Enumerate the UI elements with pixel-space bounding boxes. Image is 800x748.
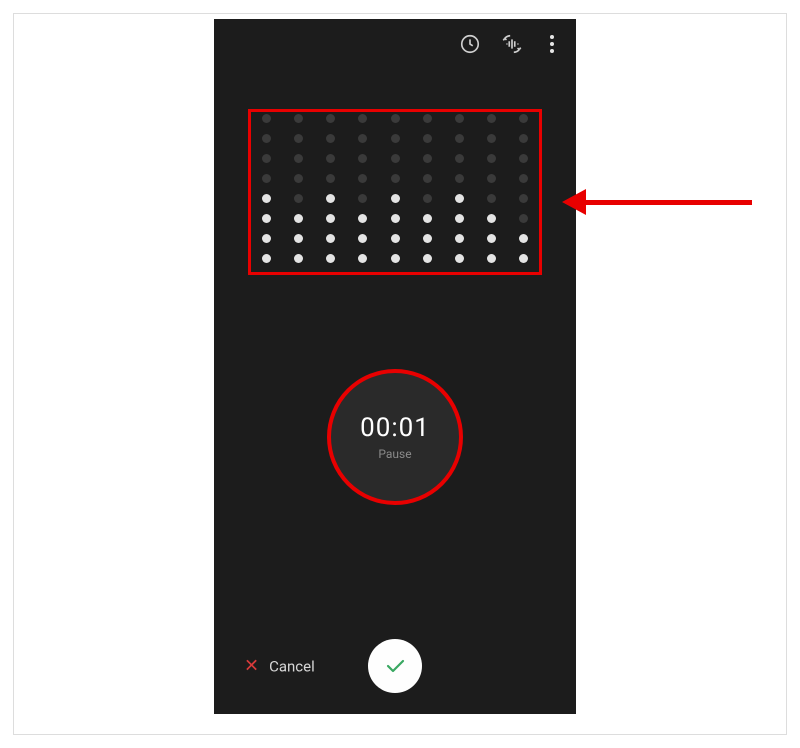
visualizer-dot bbox=[455, 254, 464, 263]
check-icon bbox=[383, 654, 407, 678]
recording-timer: 00:01 bbox=[360, 413, 430, 443]
visualizer-dot bbox=[455, 114, 464, 123]
visualizer-row bbox=[260, 254, 530, 263]
visualizer-dot bbox=[326, 134, 335, 143]
visualizer-dot bbox=[358, 114, 367, 123]
screenshot-frame: 00:01 Pause ✕ Cancel bbox=[13, 13, 787, 735]
visualizer-dot bbox=[358, 194, 367, 203]
history-icon[interactable] bbox=[458, 32, 482, 56]
visualizer-row bbox=[260, 194, 530, 203]
visualizer-dot bbox=[423, 254, 432, 263]
visualizer-dot bbox=[391, 254, 400, 263]
visualizer-dot bbox=[455, 154, 464, 163]
visualizer-dot bbox=[358, 254, 367, 263]
annotation-arrow bbox=[562, 192, 752, 212]
visualizer-dot bbox=[423, 134, 432, 143]
cancel-button[interactable]: ✕ Cancel bbox=[244, 656, 315, 677]
visualizer-dot bbox=[391, 214, 400, 223]
visualizer-dot bbox=[262, 134, 271, 143]
confirm-button[interactable] bbox=[368, 639, 422, 693]
visualizer-dot bbox=[455, 194, 464, 203]
visualizer-dot bbox=[326, 234, 335, 243]
visualizer-dot bbox=[519, 214, 528, 223]
visualizer-row bbox=[260, 114, 530, 123]
visualizer-dot bbox=[358, 234, 367, 243]
record-pause-button[interactable]: 00:01 Pause bbox=[327, 369, 463, 505]
visualizer-dot bbox=[487, 174, 496, 183]
visualizer-dot bbox=[423, 214, 432, 223]
visualizer-dot bbox=[487, 254, 496, 263]
visualizer-dot bbox=[294, 234, 303, 243]
visualizer-dot bbox=[326, 214, 335, 223]
visualizer-dot bbox=[262, 174, 271, 183]
visualizer-dot bbox=[326, 114, 335, 123]
close-icon: ✕ bbox=[244, 656, 259, 677]
visualizer-dot bbox=[423, 174, 432, 183]
visualizer-dot bbox=[423, 114, 432, 123]
audio-convert-icon[interactable] bbox=[500, 32, 524, 56]
visualizer-dot bbox=[455, 214, 464, 223]
visualizer-dot bbox=[262, 214, 271, 223]
visualizer-dot bbox=[294, 114, 303, 123]
cancel-label: Cancel bbox=[269, 657, 315, 675]
visualizer-row bbox=[260, 174, 530, 183]
visualizer-dot bbox=[455, 174, 464, 183]
visualizer-dot bbox=[358, 174, 367, 183]
visualizer-dot bbox=[391, 194, 400, 203]
visualizer-dot bbox=[391, 234, 400, 243]
visualizer-row bbox=[260, 214, 530, 223]
visualizer-dot bbox=[358, 154, 367, 163]
app-topbar bbox=[214, 19, 576, 65]
visualizer-dot bbox=[487, 234, 496, 243]
audio-visualizer bbox=[260, 121, 530, 263]
visualizer-dot bbox=[391, 134, 400, 143]
visualizer-dot bbox=[423, 194, 432, 203]
visualizer-row bbox=[260, 234, 530, 243]
visualizer-dot bbox=[262, 154, 271, 163]
visualizer-row bbox=[260, 134, 530, 143]
visualizer-dot bbox=[519, 254, 528, 263]
visualizer-dot bbox=[455, 134, 464, 143]
visualizer-dot bbox=[262, 194, 271, 203]
visualizer-dot bbox=[294, 254, 303, 263]
visualizer-dot bbox=[519, 114, 528, 123]
visualizer-dot bbox=[358, 134, 367, 143]
visualizer-dot bbox=[519, 134, 528, 143]
visualizer-dot bbox=[423, 154, 432, 163]
visualizer-dot bbox=[262, 234, 271, 243]
visualizer-dot bbox=[391, 154, 400, 163]
visualizer-dot bbox=[423, 234, 432, 243]
phone-screen: 00:01 Pause ✕ Cancel bbox=[214, 19, 576, 714]
visualizer-dot bbox=[487, 134, 496, 143]
visualizer-dot bbox=[519, 174, 528, 183]
visualizer-dot bbox=[294, 174, 303, 183]
visualizer-dot bbox=[326, 194, 335, 203]
more-menu-icon[interactable] bbox=[542, 35, 562, 53]
visualizer-dot bbox=[294, 134, 303, 143]
visualizer-dot bbox=[294, 214, 303, 223]
visualizer-dot bbox=[519, 194, 528, 203]
visualizer-dot bbox=[326, 154, 335, 163]
visualizer-row bbox=[260, 154, 530, 163]
visualizer-dot bbox=[294, 154, 303, 163]
recording-state-label: Pause bbox=[378, 447, 411, 461]
visualizer-dot bbox=[326, 174, 335, 183]
visualizer-dot bbox=[391, 114, 400, 123]
visualizer-dot bbox=[487, 194, 496, 203]
visualizer-dot bbox=[487, 114, 496, 123]
visualizer-dot bbox=[487, 154, 496, 163]
visualizer-dot bbox=[262, 114, 271, 123]
visualizer-dot bbox=[519, 154, 528, 163]
visualizer-dot bbox=[391, 174, 400, 183]
visualizer-dot bbox=[358, 214, 367, 223]
visualizer-dot bbox=[294, 194, 303, 203]
visualizer-dot bbox=[326, 254, 335, 263]
visualizer-dot bbox=[487, 214, 496, 223]
bottom-controls: ✕ Cancel bbox=[214, 634, 576, 698]
visualizer-dot bbox=[455, 234, 464, 243]
visualizer-dot bbox=[262, 254, 271, 263]
visualizer-dot bbox=[519, 234, 528, 243]
